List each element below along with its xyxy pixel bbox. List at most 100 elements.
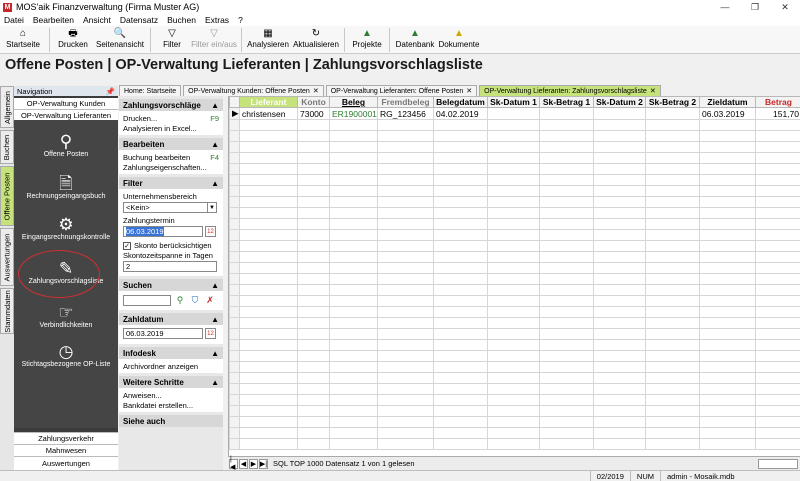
search-filter-icon[interactable]: ⚲	[174, 295, 186, 306]
vtab-allgemein[interactable]: Allgemein	[0, 86, 14, 128]
cell-lieferant[interactable]: christensen	[239, 107, 298, 120]
print-link[interactable]: Drucken... F9	[123, 113, 219, 123]
cell-sk-betrag-2[interactable]	[645, 107, 700, 120]
vtab-auswertungen[interactable]: Auswertungen	[0, 228, 14, 286]
excel-link[interactable]: Analysieren in Excel...	[123, 123, 219, 133]
collapse-icon[interactable]: ▲	[211, 315, 219, 324]
close-button[interactable]: ✕	[770, 0, 800, 14]
col-header-beleg[interactable]: Beleg	[329, 96, 378, 108]
cell-belegdatum[interactable]: 04.02.2019	[433, 107, 488, 120]
payment-props-link[interactable]: Zahlungseigenschaften...	[123, 162, 219, 172]
menu-bearbeiten[interactable]: Bearbeiten	[33, 15, 74, 25]
nav-offene-posten[interactable]: ⚲ Offene Posten	[14, 132, 118, 158]
cell-sk-datum-1[interactable]	[487, 107, 540, 120]
pay-date-input[interactable]: 06.03.2019	[123, 328, 203, 339]
collapse-icon[interactable]: ▲	[211, 179, 219, 188]
cell-zieldatum[interactable]: 06.03.2019	[699, 107, 756, 120]
nav-eingangsrechnungskontrolle[interactable]: ⚙ Eingangsrechnungskontrolle	[14, 215, 118, 241]
section-weitere-schritte[interactable]: Weitere Schritte ▲	[119, 376, 223, 388]
unit-select[interactable]: <Kein> ▼	[123, 202, 217, 213]
collapse-icon[interactable]: ▲	[211, 140, 219, 149]
section-suchen[interactable]: Suchen ▲	[119, 279, 223, 291]
cell-beleg[interactable]: ER1900001	[329, 107, 378, 120]
bankfile-link[interactable]: Bankdatei erstellen...	[123, 400, 219, 410]
menu-datensatz[interactable]: Datensatz	[120, 15, 158, 25]
collapse-icon[interactable]: ▲	[211, 349, 219, 358]
col-header-konto[interactable]: Konto	[297, 96, 330, 108]
cell-fremdbeleg[interactable]: RG_123456	[377, 107, 434, 120]
doc-tab-startseite[interactable]: Home: Startseite	[119, 85, 182, 96]
vtab-stammdaten[interactable]: Stammdaten	[0, 288, 14, 334]
close-icon[interactable]: ✕	[466, 87, 472, 95]
row-marker-icon[interactable]: ▶	[229, 107, 240, 120]
analysieren-button[interactable]: ▦ Analysieren	[245, 26, 291, 54]
datenbank-button[interactable]: ▲ Datenbank	[393, 26, 437, 54]
seitenansicht-button[interactable]: 🔍 Seitenansicht	[93, 26, 147, 54]
section-zahlungsvorschlaege[interactable]: Zahlungsvorschläge ▲	[119, 99, 223, 111]
minimize-button[interactable]: —	[710, 0, 740, 14]
horizontal-scrollbar[interactable]	[758, 458, 798, 469]
cell-betrag[interactable]: 151,70	[755, 107, 800, 120]
filter-toggle-button[interactable]: ▽ Filter ein/aus	[190, 26, 238, 54]
nav-op-kunden[interactable]: OP-Verwaltung Kunden	[14, 98, 118, 110]
search-input[interactable]	[123, 295, 171, 306]
nav-stichtags-op-liste[interactable]: ◷ Stichtagsbezogene OP-Liste	[14, 342, 118, 368]
section-infodesk[interactable]: Infodesk ▲	[119, 347, 223, 359]
restore-button[interactable]: ❐	[740, 0, 770, 14]
menu-ansicht[interactable]: Ansicht	[83, 15, 111, 25]
col-header-fremdbeleg[interactable]: Fremdbeleg	[377, 96, 434, 108]
table-row[interactable]: ▶ christensen 73000 ER1900001 RG_123456 …	[229, 107, 800, 120]
close-icon[interactable]: ✕	[650, 87, 656, 95]
pin-icon[interactable]: 📌	[106, 87, 115, 96]
col-header-zieldatum[interactable]: Zieldatum	[699, 96, 756, 108]
cell-konto[interactable]: 73000	[297, 107, 330, 120]
close-icon[interactable]: ✕	[313, 87, 319, 95]
drucken-button[interactable]: 🖶 Drucken	[53, 26, 93, 54]
section-siehe-auch[interactable]: Siehe auch	[119, 415, 223, 427]
col-header-sk-datum-2[interactable]: Sk-Datum 2	[593, 96, 646, 108]
nav-verbindlichkeiten[interactable]: ☞ Verbindlichkeiten	[14, 303, 118, 329]
doc-tab-op-lieferanten[interactable]: OP-Verwaltung Lieferanten: Offene Posten…	[325, 85, 478, 96]
col-header-betrag[interactable]: Betrag	[755, 96, 800, 108]
last-record-icon[interactable]: ▶|	[259, 458, 268, 469]
nav-zahlungsverkehr[interactable]: Zahlungsverkehr	[14, 432, 118, 444]
calendar-icon[interactable]: 12	[205, 226, 216, 237]
projekte-button[interactable]: ▲ Projekte	[348, 26, 386, 54]
search-clear-icon[interactable]: ✗	[204, 295, 216, 306]
cell-sk-betrag-1[interactable]	[539, 107, 594, 120]
section-filter[interactable]: Filter ▲	[119, 177, 223, 189]
skonto-checkbox-row[interactable]: ✓ Skonto berücksichtigen	[123, 240, 219, 251]
anweisen-link[interactable]: Anweisen...	[123, 390, 219, 400]
menu-extras[interactable]: Extras	[205, 15, 229, 25]
vtab-offene-posten[interactable]: Offene Posten	[0, 166, 14, 226]
cell-sk-datum-2[interactable]	[593, 107, 646, 120]
menu-datei[interactable]: Datei	[4, 15, 24, 25]
next-record-icon[interactable]: ▶	[249, 458, 258, 469]
filter-button[interactable]: ▽ Filter	[154, 26, 190, 54]
menu-help[interactable]: ?	[238, 15, 243, 25]
col-header-sk-betrag-1[interactable]: Sk-Betrag 1	[539, 96, 594, 108]
dokumente-button[interactable]: ▲ Dokumente	[437, 26, 481, 54]
skonto-span-input[interactable]: 2	[123, 261, 217, 272]
menu-buchen[interactable]: Buchen	[167, 15, 196, 25]
doc-tab-zahlungsvorschlagsliste[interactable]: OP-Verwaltung Lieferanten: Zahlungsvorsc…	[479, 85, 661, 96]
nav-auswertungen[interactable]: Auswertungen	[14, 456, 118, 470]
archive-link[interactable]: Archivordner anzeigen	[123, 361, 219, 371]
first-record-icon[interactable]: |◀	[229, 456, 238, 471]
col-header-sk-betrag-2[interactable]: Sk-Betrag 2	[645, 96, 700, 108]
payment-date-input[interactable]: 06.03.2019	[123, 226, 203, 237]
doc-tab-op-kunden[interactable]: OP-Verwaltung Kunden: Offene Posten ✕	[183, 85, 324, 96]
nav-mahnwesen[interactable]: Mahnwesen	[14, 444, 118, 456]
aktualisieren-button[interactable]: ↻ Aktualisieren	[291, 26, 341, 54]
section-zahldatum[interactable]: Zahldatum ▲	[119, 313, 223, 325]
previous-record-icon[interactable]: ◀	[239, 458, 248, 469]
booking-edit-link[interactable]: Buchung bearbeiten F4	[123, 152, 219, 162]
nav-rechnungseingangsbuch[interactable]: 🗎 Rechnungseingangsbuch	[14, 174, 118, 200]
startseite-button[interactable]: ⌂ Startseite	[0, 26, 46, 54]
search-next-icon[interactable]: ⛉	[189, 295, 201, 306]
col-header-sk-datum-1[interactable]: Sk-Datum 1	[487, 96, 540, 108]
col-header-belegdatum[interactable]: Belegdatum	[433, 96, 488, 108]
calendar-icon[interactable]: 12	[205, 328, 216, 339]
collapse-icon[interactable]: ▲	[211, 101, 219, 110]
skonto-checkbox[interactable]: ✓	[123, 241, 131, 250]
